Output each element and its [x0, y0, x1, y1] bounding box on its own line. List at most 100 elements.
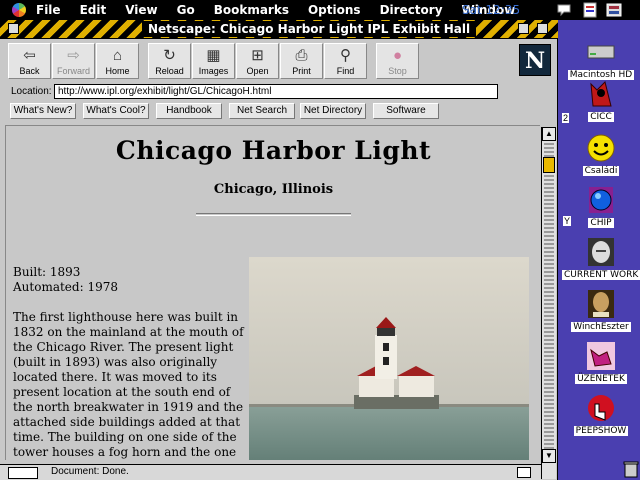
reload-button[interactable]: ↻ Reload: [148, 43, 191, 79]
menu-bookmarks[interactable]: Bookmarks: [214, 3, 289, 17]
images-icon: ▦: [206, 47, 221, 64]
home-button[interactable]: ⌂ Home: [96, 43, 139, 79]
window-title-bar[interactable]: Netscape: Chicago Harbor Light IPL Exhib…: [0, 20, 558, 39]
shakespeare-icon: [588, 290, 614, 318]
desktop-icon-wincheszter[interactable]: WinchEszter: [562, 288, 640, 332]
desktop-icon-label: PEEPSHOW: [573, 426, 629, 436]
finder-app-icon[interactable]: [582, 2, 598, 18]
status-bar: Document: Done.: [0, 464, 541, 480]
location-field[interactable]: http://www.ipl.org/exhibit/light/GL/Chic…: [54, 84, 498, 99]
page-subtitle: Chicago, Illinois: [213, 182, 334, 197]
status-text: Document: Done.: [51, 466, 129, 477]
home-label: Home: [105, 66, 130, 76]
hard-disk-icon: [587, 45, 615, 59]
built-year: Built: 1893: [13, 265, 81, 279]
whats-new-button[interactable]: What's New?: [10, 103, 76, 119]
close-box-icon[interactable]: [8, 23, 19, 34]
desktop-icon-macintosh-hd[interactable]: Macintosh HD: [562, 36, 640, 80]
menu-directory[interactable]: Directory: [380, 3, 443, 17]
desktop-icon-csaladi[interactable]: Családi: [562, 132, 640, 176]
forward-arrow-icon: ⇨: [67, 47, 80, 64]
find-button[interactable]: ⚲ Find: [324, 43, 367, 79]
lighthouse-photo: [249, 257, 529, 460]
mail-icon[interactable]: [517, 467, 531, 478]
desktop-icon-cicc[interactable]: CICC: [562, 78, 640, 122]
hand-icon: [587, 342, 615, 370]
software-button[interactable]: Software: [373, 103, 439, 119]
desktop-icon-label: CURRENT WORK: [562, 270, 640, 280]
scroll-up-arrow-icon[interactable]: ▲: [542, 127, 556, 141]
desktop: Macintosh HD CICC Családi CHIP CURRENT W…: [562, 20, 640, 480]
print-icon: ⎙: [295, 47, 308, 64]
back-label: Back: [19, 66, 40, 76]
peepshow-icon: [588, 395, 614, 421]
desktop-icon-label: Családi: [582, 166, 620, 176]
open-icon: ⊞: [251, 47, 264, 64]
stop-label: Stop: [388, 66, 407, 76]
desktop-icon-uzenetek[interactable]: ÜZENETEK: [562, 340, 640, 384]
desktop-icon-chip[interactable]: CHIP: [562, 184, 640, 228]
home-icon: ⌂: [112, 47, 123, 64]
smiley-icon: [587, 134, 615, 162]
stop-icon: ●: [392, 47, 403, 64]
desktop-window-number: 2: [562, 113, 570, 123]
globe-icon: [589, 187, 613, 213]
scroll-track[interactable]: [544, 143, 554, 463]
menu-options[interactable]: Options: [308, 3, 361, 17]
menu-view[interactable]: View: [125, 3, 157, 17]
desktop-icon-current-work[interactable]: CURRENT WORK: [562, 236, 640, 280]
images-label: Images: [198, 66, 229, 76]
devil-folder-icon: [590, 81, 612, 107]
whats-cool-button[interactable]: What's Cool?: [83, 103, 149, 119]
scroll-down-arrow-icon[interactable]: ▼: [542, 449, 556, 463]
menubar-clock[interactable]: Sat 12:35: [462, 3, 520, 17]
find-icon: ⚲: [340, 47, 351, 64]
trash-icon[interactable]: [622, 460, 640, 478]
desktop-icon-label: WinchEszter: [571, 322, 631, 332]
application-menu-icon[interactable]: [606, 2, 622, 18]
netscape-logo-icon[interactable]: N: [519, 44, 551, 76]
apple-menu-icon[interactable]: [12, 3, 26, 17]
forward-label: Forward: [56, 66, 90, 76]
menu-edit[interactable]: Edit: [80, 3, 107, 17]
security-key-icon: [8, 467, 38, 479]
page-title: Chicago Harbor Light: [115, 136, 432, 165]
collapse-box-icon[interactable]: [537, 23, 548, 34]
back-arrow-icon: ⇦: [23, 47, 36, 64]
menu-go[interactable]: Go: [177, 3, 195, 17]
horizontal-rule: [196, 213, 351, 216]
desktop-edge-label: Y: [563, 216, 572, 226]
stop-button[interactable]: ● Stop: [376, 43, 419, 79]
handbook-button[interactable]: Handbook: [156, 103, 222, 119]
back-button[interactable]: ⇦ Back: [8, 43, 51, 79]
menu-file[interactable]: File: [36, 3, 61, 17]
net-directory-button[interactable]: Net Directory: [300, 103, 366, 119]
scroll-thumb[interactable]: [543, 157, 555, 173]
forward-button[interactable]: ⇨ Forward: [52, 43, 95, 79]
net-search-button[interactable]: Net Search: [229, 103, 295, 119]
vertical-scrollbar[interactable]: ▲ ▼: [541, 127, 556, 479]
desktop-icon-peepshow[interactable]: PEEPSHOW: [562, 392, 640, 436]
desktop-icon-label: CHIP: [588, 218, 614, 228]
open-label: Open: [246, 66, 269, 76]
images-button[interactable]: ▦ Images: [192, 43, 235, 79]
location-label: Location:: [11, 86, 52, 97]
navigation-toolbar: ⇦ Back ⇨ Forward ⌂ Home ↻ Reload ▦ Image…: [8, 43, 420, 79]
print-button[interactable]: ⎙ Print: [280, 43, 323, 79]
automated-year: Automated: 1978: [13, 280, 118, 294]
page-content: Chicago Harbor Light Chicago, Illinois B…: [5, 125, 540, 460]
desktop-icon-label: ÜZENETEK: [575, 374, 627, 384]
einstein-icon: [588, 238, 614, 266]
help-balloon-icon[interactable]: [556, 2, 572, 18]
desktop-icon-label: CICC: [588, 112, 614, 122]
zoom-box-icon[interactable]: [518, 23, 529, 34]
print-label: Print: [292, 66, 311, 76]
reload-label: Reload: [155, 66, 184, 76]
browser-window: Netscape: Chicago Harbor Light IPL Exhib…: [0, 20, 558, 480]
menu-bar: File Edit View Go Bookmarks Options Dire…: [0, 0, 640, 20]
history-paragraph: The first lighthouse here was built in 1…: [13, 310, 244, 459]
reload-icon: ↻: [163, 47, 176, 64]
find-label: Find: [336, 66, 355, 76]
window-title: Netscape: Chicago Harbor Light IPL Exhib…: [142, 21, 477, 37]
open-button[interactable]: ⊞ Open: [236, 43, 279, 79]
